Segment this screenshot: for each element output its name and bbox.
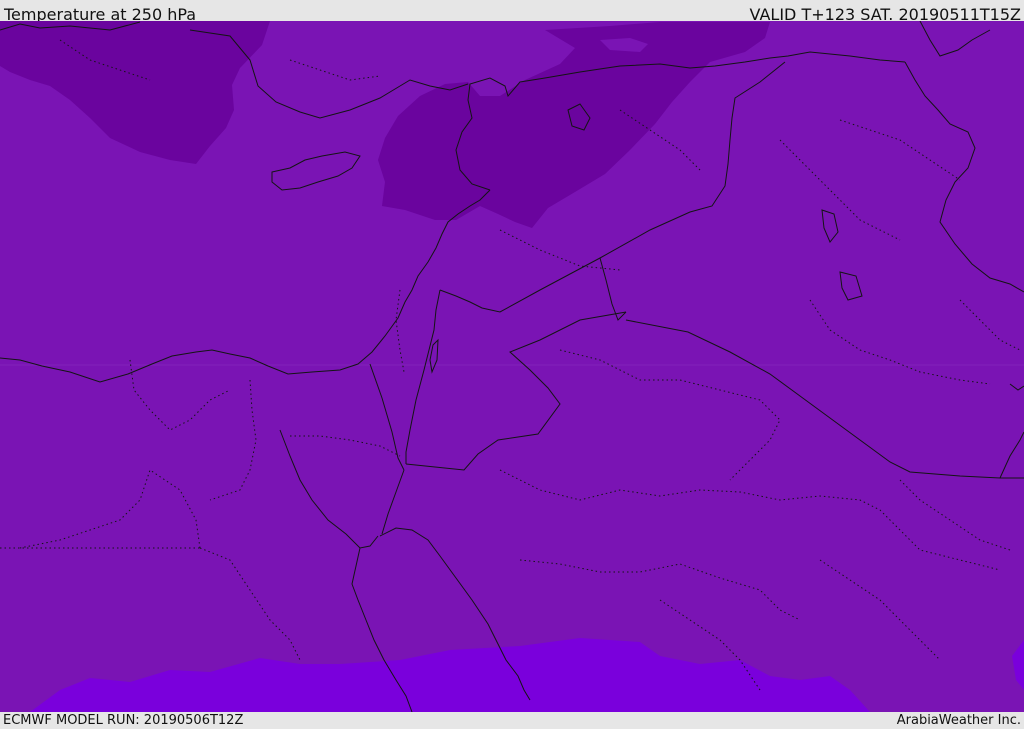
- model-run-label: ECMWF MODEL RUN: 20190506T12Z: [3, 713, 244, 728]
- credit-label: ArabiaWeather Inc.: [896, 713, 1021, 728]
- footer-bar: ECMWF MODEL RUN: 20190506T12Z ArabiaWeat…: [0, 712, 1024, 729]
- temperature-map: [0, 21, 1024, 712]
- header-bar: Temperature at 250 hPa VALID T+123 SAT. …: [0, 0, 1024, 24]
